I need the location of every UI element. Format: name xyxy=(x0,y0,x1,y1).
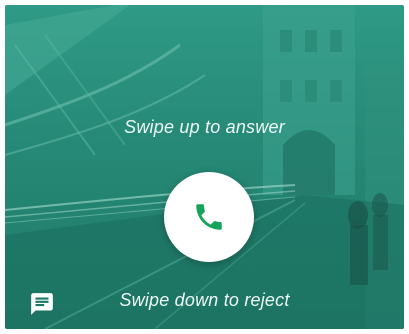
answer-call-button[interactable] xyxy=(164,172,254,262)
phone-icon xyxy=(196,204,222,230)
swipe-up-hint: Swipe up to answer xyxy=(124,117,285,137)
swipe-down-hint: Swipe down to reject xyxy=(119,290,290,310)
background-image xyxy=(5,5,404,329)
incoming-call-screen: Swipe up to answer Swipe down to reject xyxy=(5,5,404,329)
